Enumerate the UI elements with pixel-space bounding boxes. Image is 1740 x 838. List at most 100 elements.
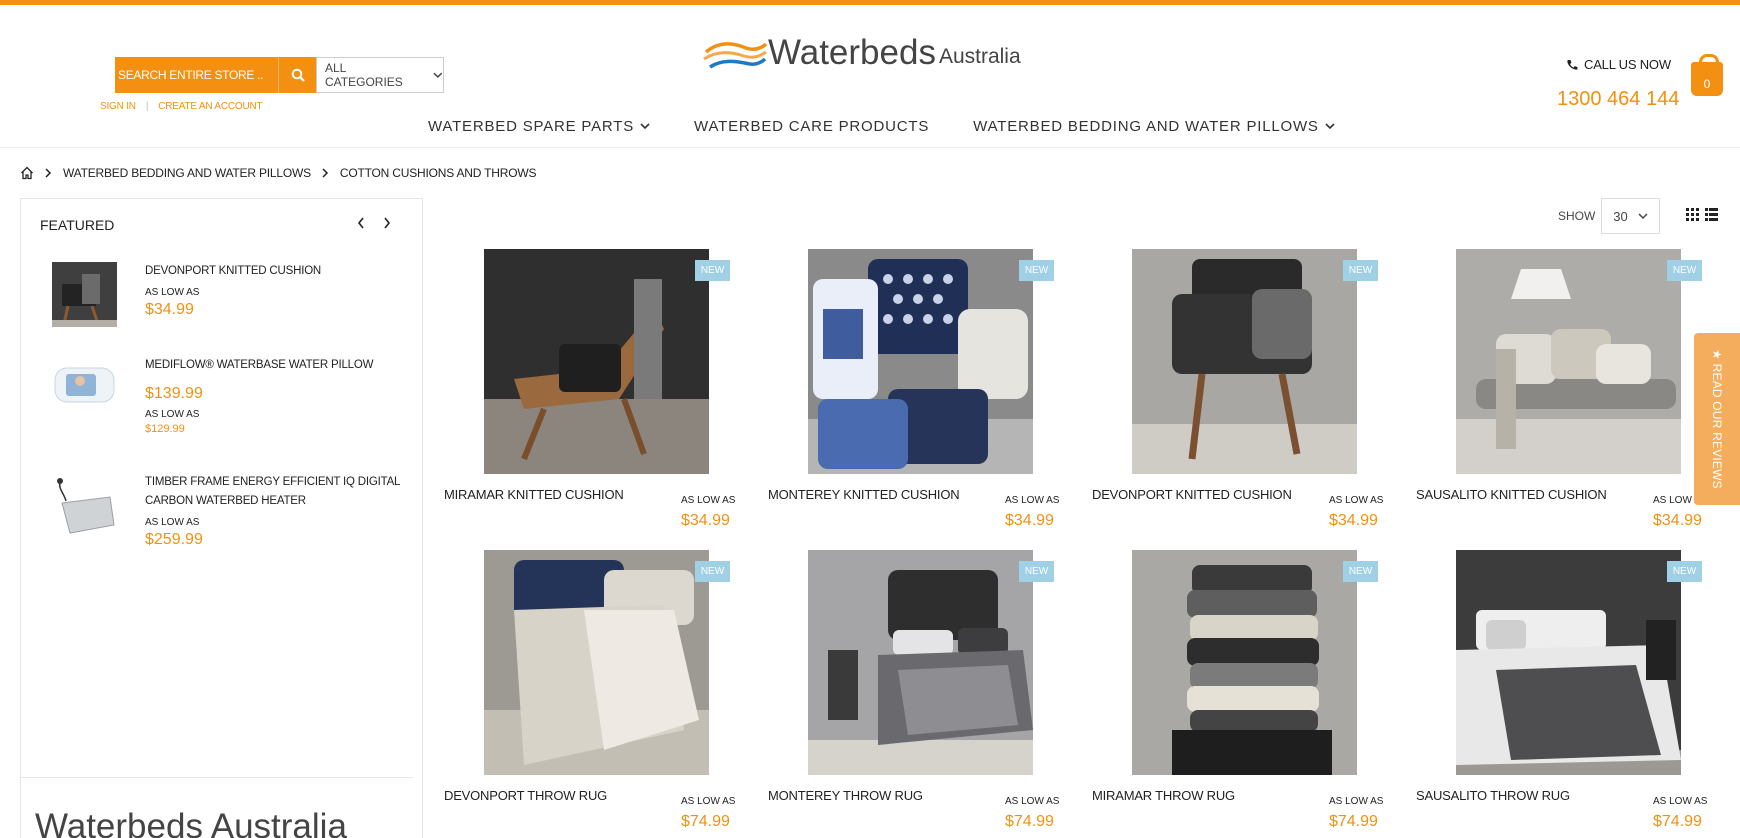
nav-item-label: WATERBED CARE PRODUCTS [694, 118, 930, 135]
top-accent-bar [0, 0, 1740, 5]
featured-item-price: $139.99 [145, 385, 203, 402]
product-low-label: AS LOW AS [1005, 796, 1060, 807]
product-price: $74.99 [1329, 813, 1378, 830]
sign-in-link[interactable]: SIGN IN [100, 101, 136, 112]
product-price: $74.99 [1005, 813, 1054, 830]
featured-item-name[interactable]: MEDIFLOW® WATERBASE WATER PILLOW [145, 356, 405, 375]
product-card[interactable]: NEW DEVONPORT THROW RUG AS LOW AS $74.99 [444, 550, 744, 838]
product-image[interactable] [1132, 249, 1357, 474]
product-name[interactable]: SAUSALITO KNITTED CUSHION [1416, 487, 1607, 502]
product-name[interactable]: MIRAMAR KNITTED CUSHION [444, 487, 624, 502]
search-icon [291, 68, 305, 82]
product-name[interactable]: MONTEREY KNITTED CUSHION [768, 487, 960, 502]
product-name[interactable]: MONTEREY THROW RUG [768, 788, 923, 803]
show-label: SHOW [1558, 209, 1596, 223]
product-price: $34.99 [1653, 512, 1702, 529]
search-bar: ALL CATEGORIES [115, 57, 444, 93]
new-badge: NEW [1343, 260, 1378, 281]
read-reviews-label: ★ READ OUR REVIEWS [1710, 349, 1724, 489]
show-per-page-select[interactable]: 30 [1601, 198, 1660, 234]
featured-item-price: $259.99 [145, 531, 203, 548]
category-select[interactable]: ALL CATEGORIES [316, 57, 444, 93]
featured-arrows [357, 217, 391, 229]
chevron-down-icon [640, 123, 650, 130]
nav-item-spare-parts[interactable]: WATERBED SPARE PARTS [428, 118, 650, 135]
new-badge: NEW [1343, 561, 1378, 582]
product-card[interactable]: NEW SAUSALITO KNITTED CUSHION AS LOW AS … [1416, 249, 1716, 539]
featured-thumbnail[interactable] [52, 473, 117, 538]
sidebar-logo: Waterbeds Australia [35, 807, 347, 838]
product-image[interactable] [484, 249, 709, 474]
product-card[interactable]: NEW MONTEREY THROW RUG AS LOW AS $74.99 [768, 550, 1068, 838]
featured-thumbnail[interactable] [52, 356, 117, 421]
wave-logo-icon [703, 42, 768, 69]
call-us-text: CALL US NOW [1584, 57, 1671, 72]
home-icon[interactable] [20, 166, 34, 180]
product-low-label: AS LOW AS [1329, 495, 1384, 506]
product-image[interactable] [1132, 550, 1357, 775]
site-logo[interactable]: Waterbeds Australia [702, 33, 1021, 73]
product-low-label: AS LOW AS [1329, 796, 1384, 807]
sidebar-logo-text: Waterbeds Australia [35, 807, 347, 838]
product-name[interactable]: MIRAMAR THROW RUG [1092, 788, 1235, 803]
cart-count: 0 [1703, 77, 1711, 91]
nav-item-care-products[interactable]: WATERBED CARE PRODUCTS [694, 118, 929, 135]
grid-view-icon[interactable] [1686, 208, 1699, 221]
chevron-right-icon[interactable] [383, 217, 391, 229]
product-low-label: AS LOW AS [681, 796, 736, 807]
list-view-icon[interactable] [1705, 208, 1718, 221]
account-links: SIGN IN | CREATE AN ACCOUNT [100, 101, 263, 112]
nav-item-bedding[interactable]: WATERBED BEDDING AND WATER PILLOWS [973, 118, 1335, 135]
product-price: $34.99 [1329, 512, 1378, 529]
product-image[interactable] [1456, 249, 1681, 474]
featured-item-low-label: AS LOW AS [145, 409, 200, 420]
product-price: $34.99 [1005, 512, 1054, 529]
search-button[interactable] [278, 57, 316, 93]
read-reviews-tab[interactable]: ★ READ OUR REVIEWS [1694, 333, 1740, 505]
header-divider [0, 147, 1740, 148]
featured-item-name[interactable]: DEVONPORT KNITTED CUSHION [145, 262, 405, 281]
category-select-value: ALL CATEGORIES [325, 61, 403, 89]
featured-title: FEATURED [40, 217, 115, 233]
breadcrumb-current: COTTON CUSHIONS AND THROWS [339, 166, 537, 180]
new-badge: NEW [1019, 561, 1054, 582]
featured-thumbnail[interactable] [52, 262, 117, 327]
product-low-label: AS LOW AS [1005, 495, 1060, 506]
chevron-down-icon [1325, 123, 1335, 130]
product-price: $74.99 [1653, 813, 1702, 830]
product-name[interactable]: DEVONPORT KNITTED CUSHION [1092, 487, 1292, 502]
phone-number[interactable]: 1300 464 144 [1557, 88, 1679, 111]
featured-item-price: $34.99 [145, 301, 194, 318]
product-card[interactable]: NEW DEVONPORT KNITTED CUSHION AS LOW AS … [1092, 249, 1392, 539]
product-low-label: AS LOW AS [681, 495, 736, 506]
featured-item-low-price: $129.99 [145, 423, 185, 435]
product-name[interactable]: SAUSALITO THROW RUG [1416, 788, 1570, 803]
call-us-label: CALL US NOW [1566, 57, 1671, 72]
phone-icon [1567, 59, 1578, 70]
link-separator: | [145, 101, 149, 112]
new-badge: NEW [1667, 561, 1702, 582]
product-card[interactable]: NEW SAUSALITO THROW RUG AS LOW AS $74.99 [1416, 550, 1716, 838]
cart-button[interactable]: 0 [1691, 54, 1723, 96]
show-per-page-value: 30 [1613, 208, 1628, 224]
featured-item-low-label: AS LOW AS [145, 287, 200, 298]
breadcrumb-level1[interactable]: WATERBED BEDDING AND WATER PILLOWS [63, 166, 311, 180]
search-input[interactable] [115, 57, 278, 93]
chevron-left-icon[interactable] [357, 217, 365, 229]
product-card[interactable]: NEW MONTEREY KNITTED CUSHION AS LOW AS $… [768, 249, 1068, 539]
product-image[interactable] [1456, 550, 1681, 775]
main-navigation: WATERBED SPARE PARTS WATERBED CARE PRODU… [428, 118, 1379, 135]
chevron-down-icon [433, 72, 443, 78]
product-image[interactable] [808, 550, 1033, 775]
product-name[interactable]: DEVONPORT THROW RUG [444, 788, 607, 803]
product-image[interactable] [808, 249, 1033, 474]
product-image[interactable] [484, 550, 709, 775]
product-price: $74.99 [681, 813, 730, 830]
product-price: $34.99 [681, 512, 730, 529]
featured-item-name[interactable]: TIMBER FRAME ENERGY EFFICIENT IQ DIGITAL… [145, 473, 405, 511]
create-account-link[interactable]: CREATE AN ACCOUNT [158, 101, 262, 112]
product-card[interactable]: NEW MIRAMAR KNITTED CUSHION AS LOW AS $3… [444, 249, 744, 539]
product-card[interactable]: NEW MIRAMAR THROW RUG AS LOW AS $74.99 [1092, 550, 1392, 838]
sidebar-divider [21, 777, 413, 778]
new-badge: NEW [1667, 260, 1702, 281]
